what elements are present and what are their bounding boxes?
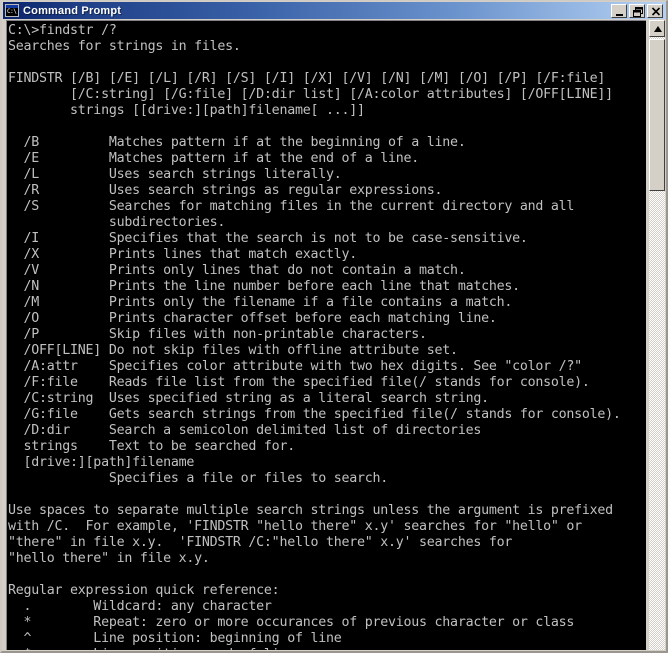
window-title: Command Prompt — [23, 4, 122, 17]
command-prompt-window: C:\ Command Prompt C:\>findstr /? Search… — [0, 0, 668, 653]
scrollbar-thumb[interactable] — [649, 39, 665, 191]
restore-button[interactable] — [629, 3, 645, 18]
console-output-area[interactable]: C:\>findstr /? Searches for strings in f… — [6, 20, 646, 650]
title-bar[interactable]: C:\ Command Prompt — [3, 2, 666, 19]
vertical-scrollbar[interactable] — [648, 20, 665, 650]
client-area: C:\>findstr /? Searches for strings in f… — [3, 19, 666, 651]
scroll-up-arrow-icon — [654, 26, 662, 32]
minimize-icon — [616, 13, 623, 16]
close-icon — [651, 6, 661, 16]
console-icon: C:\ — [5, 4, 19, 17]
title-bar-buttons — [609, 3, 663, 18]
scroll-up-button[interactable] — [649, 20, 665, 37]
console-icon-glyph: C:\ — [7, 8, 17, 15]
restore-icon — [633, 6, 643, 17]
close-button[interactable] — [647, 3, 663, 18]
console-text: C:\>findstr /? Searches for strings in f… — [8, 23, 621, 650]
minimize-button[interactable] — [611, 3, 627, 18]
